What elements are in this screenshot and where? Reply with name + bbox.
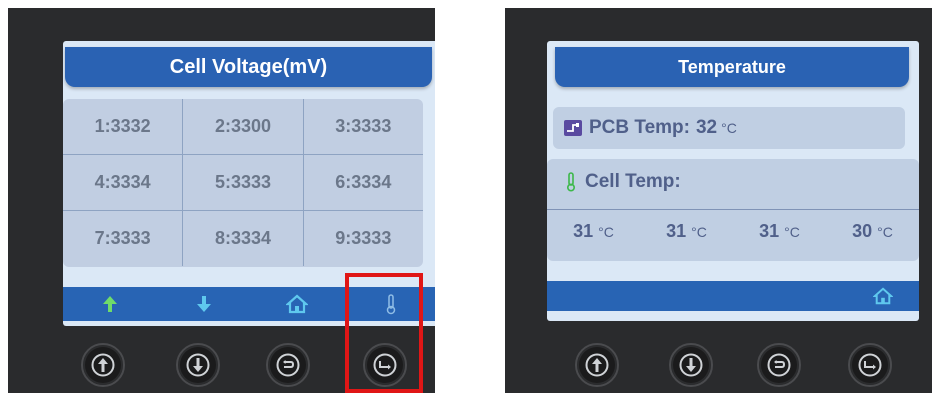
back-button[interactable] (266, 343, 310, 387)
thermometer-icon (566, 172, 576, 192)
up-button[interactable] (81, 343, 125, 387)
down-arrow-icon (186, 353, 210, 377)
screen-title: Cell Voltage(mV) (65, 47, 432, 87)
grid-row: 4:3334 5:3333 6:3334 (63, 155, 423, 211)
cell-temp-reading: 31 °C (573, 221, 614, 241)
temperature-screen: Temperature PCB Temp: 32 °C Cell Temp: 3 (547, 41, 919, 321)
cell-voltage-value: 3:3333 (335, 116, 392, 136)
cell-voltage-value: 7:3333 (63, 211, 184, 266)
cell-voltage-value: 5:3333 (183, 155, 304, 210)
cell-voltage-grid: 1:3332 2:3300 3:3333 4:3334 5:3333 6:333… (63, 99, 423, 267)
highlight-box (345, 273, 423, 393)
cell-temp-header: Cell Temp: (565, 171, 681, 193)
up-button[interactable] (575, 343, 619, 387)
up-arrow-icon (585, 353, 609, 377)
cell-voltage-value: 8:3334 (183, 211, 304, 266)
home-icon[interactable] (547, 287, 919, 305)
cell-temp-reading: 31 °C (666, 221, 707, 241)
right-device-panel: Temperature PCB Temp: 32 °C Cell Temp: 3 (505, 8, 932, 393)
pcb-temp-panel: PCB Temp: 32 °C (553, 107, 905, 149)
cell-voltage-value: 6:3334 (335, 172, 392, 192)
cell-temp-reading: 30 °C (852, 221, 893, 241)
pcb-temp-value: 32 (695, 117, 718, 138)
cell-temp-panel: Cell Temp: 31 °C 31 °C 31 °C 30 °C (547, 159, 919, 261)
down-button[interactable] (669, 343, 713, 387)
grid-row: 1:3332 2:3300 3:3333 (63, 99, 423, 155)
back-icon (767, 353, 791, 377)
down-button[interactable] (176, 343, 220, 387)
hardware-button-row (505, 343, 932, 393)
screen-title: Temperature (555, 47, 909, 87)
arrow-up-icon[interactable] (63, 294, 157, 314)
enter-icon (858, 353, 882, 377)
arrow-down-icon[interactable] (157, 294, 251, 314)
cell-temp-reading: 31 °C (759, 221, 800, 241)
home-icon[interactable] (251, 294, 345, 314)
back-icon (276, 353, 300, 377)
cell-voltage-value: 4:3334 (63, 155, 184, 210)
grid-row: 7:3333 8:3334 9:3333 (63, 211, 423, 266)
pcb-temp-unit: °C (721, 120, 737, 136)
return-button[interactable] (848, 343, 892, 387)
up-arrow-icon (91, 353, 115, 377)
cell-voltage-value: 2:3300 (183, 99, 304, 154)
cell-temp-values: 31 °C 31 °C 31 °C 30 °C (547, 221, 919, 242)
pcb-icon (564, 120, 582, 136)
divider (547, 209, 919, 210)
screen-nav-bar (547, 281, 919, 311)
back-button[interactable] (757, 343, 801, 387)
cell-voltage-value: 9:3333 (335, 228, 392, 248)
down-arrow-icon (679, 353, 703, 377)
cell-temp-label: Cell Temp: (585, 171, 681, 192)
pcb-temp-label: PCB Temp: (589, 117, 690, 138)
cell-voltage-value: 1:3332 (63, 99, 184, 154)
